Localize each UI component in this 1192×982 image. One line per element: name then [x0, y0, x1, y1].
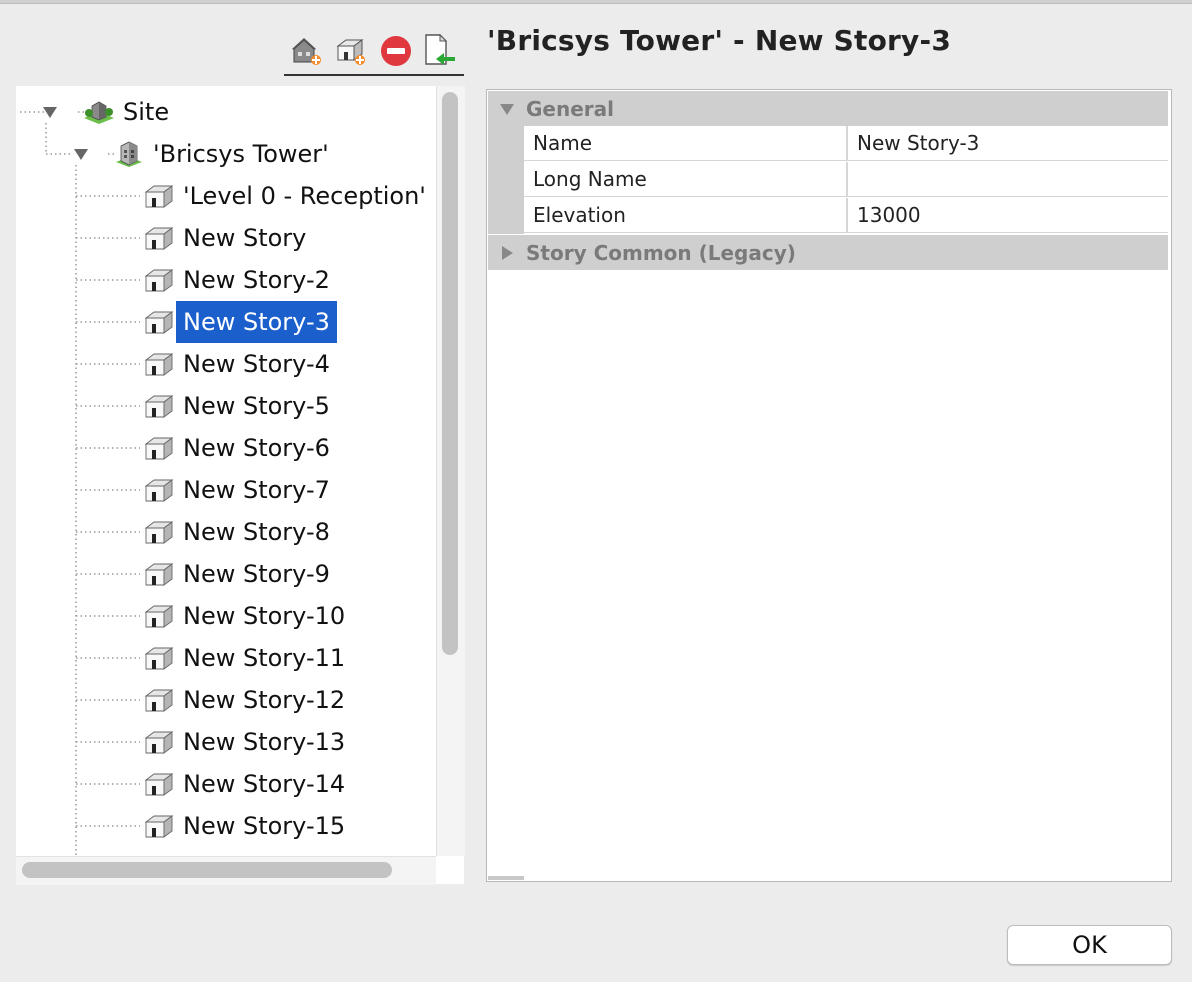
tree-node-story[interactable]: New Story-5 [142, 385, 337, 427]
property-row-long-name: Long Name [524, 162, 1168, 198]
story-icon [142, 266, 176, 294]
tree-node-story[interactable]: New Story-2 [142, 259, 337, 301]
tree-node-label: New Story [183, 224, 307, 252]
tree-node-label: New Story-11 [183, 644, 346, 672]
tree-node-label: New Story-3 [176, 301, 337, 343]
tree-node-label: New Story-14 [183, 770, 346, 798]
property-value-elevation[interactable]: 13000 [848, 198, 1168, 233]
tree-node-story[interactable]: New Story-8 [142, 511, 337, 553]
import-icon [422, 32, 458, 68]
property-name: Name [524, 126, 848, 161]
collapse-arrow-icon [488, 91, 526, 126]
expand-arrow-icon [488, 235, 526, 270]
story-icon [142, 602, 176, 630]
tree-node-story[interactable]: New Story-10 [142, 595, 352, 637]
tree-node-story[interactable]: New Story-13 [142, 721, 352, 763]
tree-node-story[interactable]: New Story-14 [142, 763, 352, 805]
tree-node-label: New Story-13 [183, 728, 346, 756]
remove-icon [378, 32, 414, 68]
window-top-border [0, 0, 1192, 4]
tree-node-label: 'Bricsys Tower' [153, 140, 329, 168]
add-building-icon [288, 32, 324, 68]
tree-node-label: Site [123, 98, 170, 126]
import-button[interactable] [422, 32, 458, 68]
tree-horizontal-scroll-thumb[interactable] [22, 862, 392, 878]
category-story-common[interactable]: Story Common (Legacy) [488, 235, 1168, 270]
tree-node-label: New Story-10 [183, 602, 346, 630]
story-icon [142, 644, 176, 672]
ok-button[interactable]: OK [1007, 925, 1172, 965]
tree-node-label: New Story-2 [183, 266, 330, 294]
property-name: Long Name [524, 162, 848, 197]
story-icon [142, 350, 176, 378]
building-expand-toggle[interactable] [72, 145, 90, 163]
add-story-icon [332, 32, 368, 68]
tree-node-building[interactable]: 'Bricsys Tower' [112, 133, 336, 175]
tree-node-story[interactable]: New Story-4 [142, 343, 337, 385]
tree-node-story[interactable]: New Story-3 [142, 301, 337, 343]
story-icon [142, 812, 176, 840]
add-building-button[interactable] [288, 32, 324, 68]
tree-node-label: New Story-8 [183, 518, 330, 546]
story-icon [142, 560, 176, 588]
story-icon [142, 476, 176, 504]
story-icon [142, 308, 176, 336]
remove-button[interactable] [378, 32, 414, 68]
tree-node-story[interactable]: New Story-7 [142, 469, 337, 511]
site-icon [82, 98, 116, 126]
tree-node-label: New Story-15 [183, 812, 346, 840]
spatial-tree: Site 'Bricsys Tower' 'Level 0 - Receptio… [16, 86, 436, 856]
properties-panel: General Name New Story-3 Long Name Eleva… [486, 89, 1172, 882]
tree-node-label: New Story-5 [183, 392, 330, 420]
tree-node-label: New Story-12 [183, 686, 346, 714]
add-story-button[interactable] [332, 32, 368, 68]
category-gutter [488, 126, 524, 234]
tree-toolbar [284, 30, 464, 76]
property-name: Elevation [524, 198, 848, 233]
tree-node-story[interactable]: New Story-9 [142, 553, 337, 595]
property-row-elevation: Elevation 13000 [524, 198, 1168, 234]
tree-node-story[interactable]: New Story-11 [142, 637, 352, 679]
story-icon [142, 728, 176, 756]
category-label: General [526, 96, 614, 121]
tree-node-story[interactable]: New Story-15 [142, 805, 352, 847]
property-value-name[interactable]: New Story-3 [848, 126, 1168, 161]
story-icon [142, 686, 176, 714]
story-icon [142, 770, 176, 798]
category-label: Story Common (Legacy) [526, 240, 796, 265]
tree-node-label: New Story-9 [183, 560, 330, 588]
tree-node-story[interactable]: New Story-6 [142, 427, 337, 469]
window-title: 'Bricsys Tower' - New Story-3 [487, 24, 952, 57]
category-general[interactable]: General [488, 91, 1168, 126]
scroll-corner [436, 856, 464, 884]
tree-node-story[interactable]: New Story-12 [142, 679, 352, 721]
tree-node-site[interactable]: Site [82, 91, 176, 133]
story-icon [142, 224, 176, 252]
property-row-name: Name New Story-3 [524, 126, 1168, 162]
story-icon [142, 392, 176, 420]
building-icon [112, 140, 146, 168]
tree-node-label: New Story-6 [183, 434, 330, 462]
story-icon [142, 182, 176, 210]
property-value-long-name[interactable] [848, 162, 1168, 197]
properties-scroll-edge [488, 876, 524, 880]
tree-node-label: New Story-7 [183, 476, 330, 504]
tree-node-label: New Story-4 [183, 350, 330, 378]
site-expand-toggle[interactable] [41, 103, 59, 121]
story-icon [142, 518, 176, 546]
tree-node-story[interactable]: 'Level 0 - Reception' [142, 175, 433, 217]
tree-node-label: 'Level 0 - Reception' [183, 182, 426, 210]
tree-node-story[interactable]: New Story [142, 217, 313, 259]
story-icon [142, 434, 176, 462]
tree-vertical-scroll-thumb[interactable] [442, 92, 458, 655]
